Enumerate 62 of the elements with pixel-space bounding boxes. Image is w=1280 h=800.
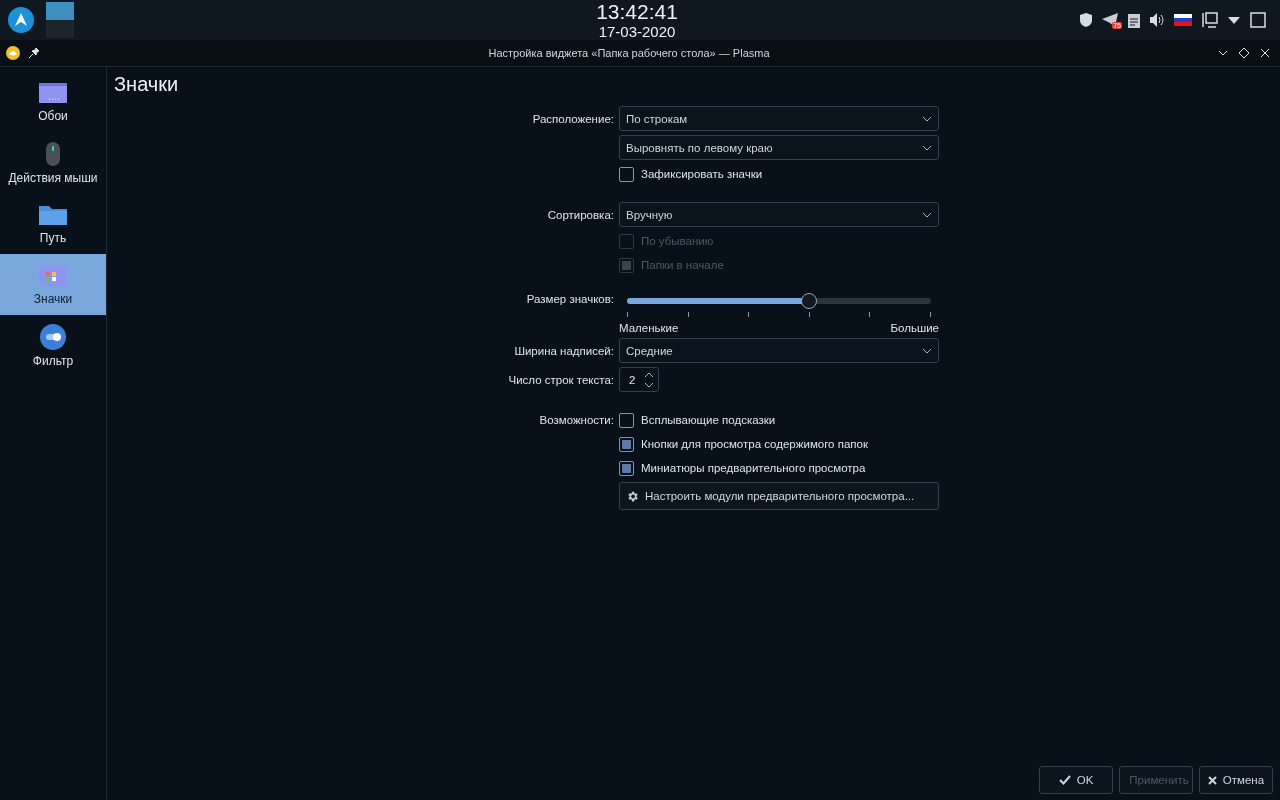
checkbox[interactable] bbox=[619, 166, 634, 182]
slider-max-label: Большие bbox=[890, 322, 939, 334]
mouse-icon bbox=[45, 140, 61, 167]
chevron-down-icon bbox=[922, 144, 932, 151]
spin-box[interactable]: 2 bbox=[619, 367, 659, 392]
app-icon bbox=[6, 46, 20, 60]
pin-icon[interactable] bbox=[28, 47, 40, 59]
dropdown[interactable]: По строкам bbox=[619, 106, 939, 131]
sidebar-item[interactable]: Значки bbox=[0, 254, 106, 315]
checkbox-label: По убыванию bbox=[641, 235, 714, 247]
dropdown[interactable]: Выровнять по левому краю bbox=[619, 135, 939, 160]
minimize-icon[interactable] bbox=[1218, 50, 1228, 56]
clipboard-icon[interactable] bbox=[1128, 12, 1140, 28]
sidebar-item[interactable]: Фильтр bbox=[0, 315, 106, 376]
slider-thumb[interactable] bbox=[801, 293, 818, 309]
flag-icon[interactable] bbox=[1174, 14, 1192, 26]
maximize-icon[interactable] bbox=[1238, 47, 1250, 59]
checkbox-label: Зафиксировать значки bbox=[641, 168, 763, 180]
clock-time: 13:42:41 bbox=[596, 1, 678, 22]
checkbox[interactable] bbox=[619, 460, 634, 476]
checkbox-label: Кнопки для просмотра содержимого папок bbox=[641, 438, 868, 450]
network-icon[interactable] bbox=[1202, 12, 1218, 28]
desktop-pager[interactable] bbox=[46, 2, 74, 38]
sidebar-item[interactable]: Обои bbox=[0, 71, 106, 132]
checkbox-label: Миниатюры предварительного просмотра bbox=[641, 462, 866, 474]
window-title: Настройка виджета «Папка рабочего стола» — Plasma bbox=[487, 47, 771, 59]
toggle-icon bbox=[40, 323, 66, 350]
checkmark-icon bbox=[1058, 775, 1071, 785]
checkbox[interactable] bbox=[619, 436, 634, 452]
chevron-down-icon bbox=[922, 211, 932, 218]
field-label: Сортировка: bbox=[546, 208, 614, 221]
page-title: Значки bbox=[114, 73, 180, 96]
close-icon[interactable] bbox=[1260, 48, 1270, 58]
field-label: Число строк текста: bbox=[507, 373, 614, 386]
field-label: Ширина надписей: bbox=[513, 344, 614, 357]
show-desktop-icon[interactable] bbox=[1250, 12, 1266, 28]
icon-grid-icon bbox=[39, 263, 67, 288]
up-down-arrows-icon bbox=[644, 370, 654, 389]
sidebar-item[interactable]: Путь bbox=[0, 193, 106, 254]
field-label: Расположение: bbox=[531, 112, 614, 125]
slider-min-label: Маленькие bbox=[619, 322, 679, 334]
configure-button[interactable]: Настроить модули предварительного просмотра... bbox=[619, 482, 939, 510]
gear-icon bbox=[626, 489, 639, 503]
close-icon bbox=[1207, 775, 1217, 785]
checkbox-label: Папки в начале bbox=[641, 259, 724, 271]
speaker-icon[interactable] bbox=[1150, 13, 1164, 27]
field-label: Возможности: bbox=[538, 414, 614, 426]
checkbox[interactable] bbox=[619, 412, 634, 428]
dropdown[interactable]: Вручную bbox=[619, 202, 939, 227]
ok-button[interactable]: OK bbox=[1039, 766, 1113, 794]
wallpaper-icon bbox=[39, 80, 67, 105]
caret-icon[interactable] bbox=[1228, 16, 1240, 24]
cancel-button[interactable]: Отмена bbox=[1199, 766, 1273, 794]
checkbox-label: Всплывающие подсказки bbox=[641, 414, 776, 426]
launcher-icon[interactable] bbox=[8, 7, 34, 33]
clock-date: 17-03-2020 bbox=[598, 24, 676, 39]
dropdown[interactable]: Средние bbox=[619, 338, 939, 363]
shield-icon[interactable] bbox=[1080, 13, 1092, 27]
sidebar-item[interactable]: Действия мыши bbox=[0, 132, 106, 193]
field-label: Размер значков: bbox=[525, 293, 614, 305]
chevron-down-icon bbox=[922, 115, 932, 122]
chevron-down-icon bbox=[922, 347, 932, 354]
